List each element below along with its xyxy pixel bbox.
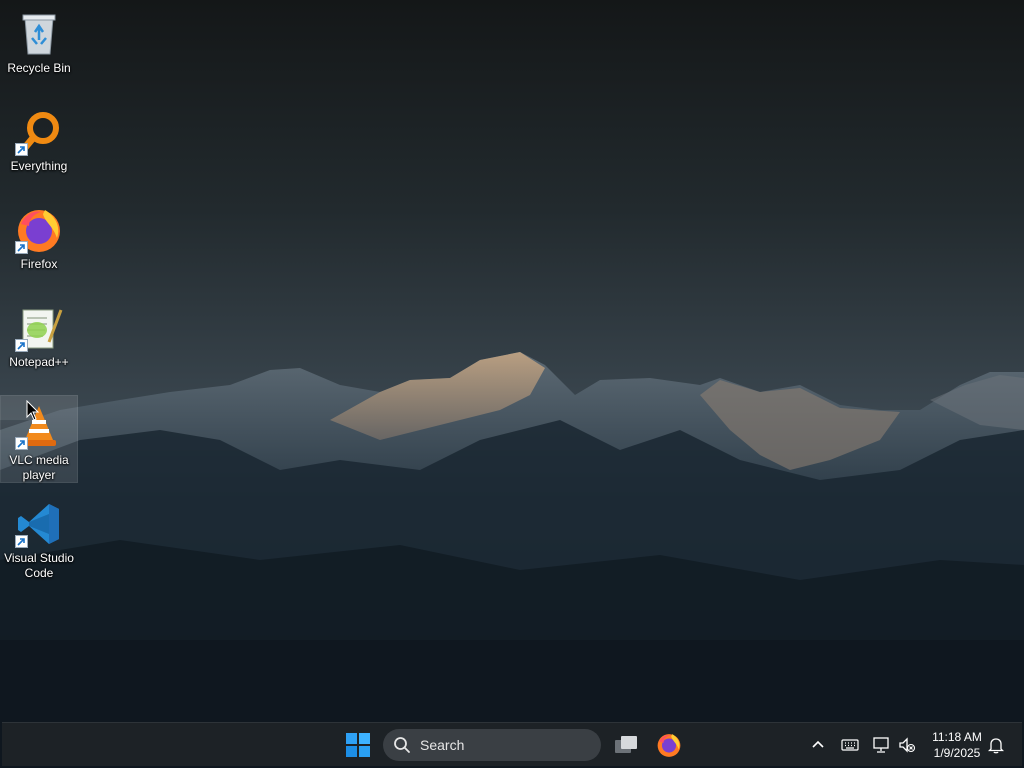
volume-button[interactable] bbox=[897, 735, 917, 755]
desktop-icon-vscode[interactable]: Visual Studio Code bbox=[1, 494, 77, 581]
desktop-icon-recycle-bin[interactable]: Recycle Bin bbox=[1, 4, 77, 76]
clock-date: 1/9/2025 bbox=[933, 746, 981, 760]
notepad-plus-plus-icon bbox=[15, 304, 63, 352]
network-button[interactable] bbox=[871, 735, 891, 755]
recycle-bin-label: Recycle Bin bbox=[7, 61, 71, 75]
desktop[interactable]: Recycle Bin Everything Firefox Notepad++… bbox=[0, 0, 1024, 768]
taskbar-firefox-button[interactable] bbox=[652, 728, 686, 762]
desktop-icon-notepad-plus-plus[interactable]: Notepad++ bbox=[1, 298, 77, 370]
keyboard-icon bbox=[841, 739, 859, 751]
taskbar: Search 11:18 AM 1/9/2025 bbox=[2, 722, 1022, 766]
taskbar-search-box[interactable]: Search bbox=[383, 729, 601, 761]
notepad-plus-plus-label: Notepad++ bbox=[9, 355, 69, 369]
taskbar-clock[interactable]: 11:18 AM 1/9/2025 bbox=[924, 729, 990, 761]
show-hidden-icons-button[interactable] bbox=[808, 735, 828, 755]
wallpaper-image bbox=[0, 0, 1024, 768]
search-icon bbox=[394, 737, 410, 753]
firefox-label: Firefox bbox=[20, 257, 58, 271]
shortcut-arrow-icon bbox=[15, 339, 28, 352]
everything-search-icon bbox=[15, 108, 63, 156]
desktop-icon-firefox[interactable]: Firefox bbox=[1, 200, 77, 272]
keyboard-button[interactable] bbox=[840, 735, 860, 755]
shortcut-arrow-icon bbox=[15, 143, 28, 156]
search-placeholder: Search bbox=[420, 737, 465, 753]
firefox-icon bbox=[657, 734, 681, 757]
clock-time: 11:18 AM bbox=[932, 730, 982, 744]
firefox-icon bbox=[15, 206, 63, 254]
desktop-icon-everything[interactable]: Everything bbox=[1, 102, 77, 174]
volume-muted-icon bbox=[899, 737, 916, 753]
notifications-button[interactable] bbox=[986, 735, 1006, 755]
start-button[interactable] bbox=[341, 728, 375, 762]
task-view-icon bbox=[615, 736, 637, 753]
chevron-up-icon bbox=[812, 740, 824, 748]
notification-bell-icon bbox=[988, 738, 1004, 754]
task-view-button[interactable] bbox=[609, 728, 643, 762]
recycle-bin-icon bbox=[15, 10, 63, 58]
vscode-icon bbox=[15, 500, 63, 548]
network-icon bbox=[873, 737, 889, 753]
everything-label: Everything bbox=[10, 159, 68, 173]
shortcut-arrow-icon bbox=[15, 437, 28, 450]
windows-logo-icon bbox=[346, 733, 370, 757]
vlc-label: VLC media player bbox=[9, 453, 69, 482]
shortcut-arrow-icon bbox=[15, 535, 28, 548]
vscode-label: Visual Studio Code bbox=[4, 551, 74, 580]
shortcut-arrow-icon bbox=[15, 241, 28, 254]
mouse-cursor-icon bbox=[26, 400, 40, 421]
